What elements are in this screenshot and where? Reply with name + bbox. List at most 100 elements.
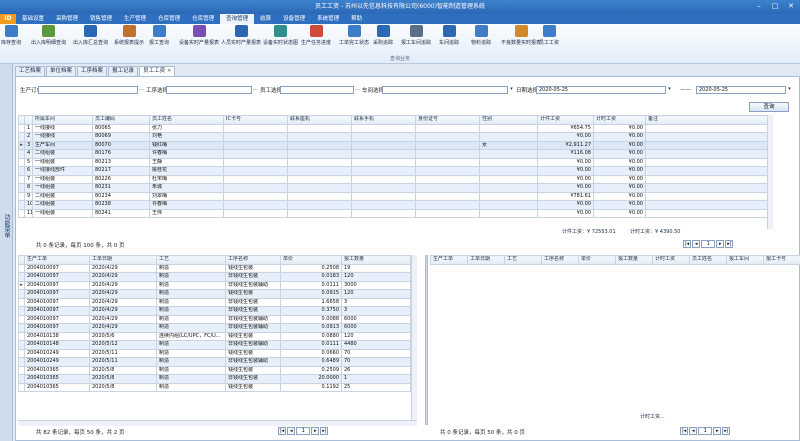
date-to-field[interactable]: 2020-05-25 <box>696 85 786 94</box>
ribbon-button[interactable]: 采购追踪 <box>373 25 393 53</box>
menu-item[interactable]: 结算 <box>254 14 277 24</box>
first-page-button[interactable]: |◂ <box>680 427 689 435</box>
column-header[interactable]: 单价 <box>578 255 616 265</box>
tab-2[interactable]: 单位档案 <box>46 66 77 76</box>
prev-page-button[interactable]: ◂ <box>692 240 701 248</box>
employee-input[interactable] <box>280 85 354 94</box>
tab-1[interactable]: 工艺档案 <box>15 66 46 76</box>
menu-item[interactable]: 帮助 <box>345 14 368 24</box>
table-row[interactable]: 11一线组装80241王伟 ¥0.00¥0.00 <box>18 208 768 218</box>
column-header[interactable]: 报工数量 <box>341 255 411 265</box>
table-row[interactable]: 2004010365 2020/5/8 制造 钱线生包装 0.1192 25 <box>18 382 411 392</box>
column-header[interactable]: 报工数量 <box>615 255 653 265</box>
column-header[interactable]: 工序名称 <box>225 255 281 265</box>
last-page-button[interactable]: ▸| <box>722 427 731 435</box>
page-input[interactable]: 1 <box>701 240 716 248</box>
table-row[interactable]: 2004010249 2020/5/11 制造 非钱线生包装辅助 0.6489 70 <box>18 357 411 367</box>
ribbon-button[interactable]: 车间追踪 <box>439 25 459 53</box>
column-header[interactable]: 报工卡号 <box>763 255 800 265</box>
close-icon[interactable]: ✕ <box>784 1 798 12</box>
table-row[interactable]: 8 一线组装 80231 朱城 ¥0.00 ¥0.00 <box>18 183 768 193</box>
column-header[interactable]: 联系座机 <box>287 115 352 125</box>
table-row[interactable]: 1 一线接线 80065 张力 ¥654.75 ¥0.00 <box>18 123 768 133</box>
column-header[interactable]: IC卡号 <box>223 115 288 125</box>
ribbon-button[interactable]: 报工车间追踪 <box>401 25 431 53</box>
column-header[interactable]: 生产工单 <box>24 255 90 265</box>
process-input[interactable] <box>166 85 252 94</box>
report-grid-hscroll[interactable] <box>18 420 417 426</box>
order-dots-button[interactable]: … <box>139 86 144 94</box>
column-header[interactable]: 身份证号 <box>415 115 480 125</box>
menu-item[interactable]: 生产管理 <box>118 14 152 24</box>
table-row[interactable]: 2004010249 2020/5/11 制造 钱线生包装 0.0660 70 <box>18 348 411 358</box>
calendar-dropdown-icon[interactable]: ▾ <box>667 86 672 94</box>
tab-3[interactable]: 工序档案 <box>77 66 108 76</box>
ribbon-button[interactable]: 出入库汇总查询 <box>73 25 108 53</box>
prev-page-button[interactable]: ◂ <box>287 427 296 435</box>
ribbon-button[interactable]: 系统报表提示 <box>114 25 144 53</box>
last-page-button[interactable]: ▸| <box>725 240 734 248</box>
date-from-field[interactable]: 2020-05-25 <box>536 85 666 94</box>
ribbon-button[interactable]: 报工查询 <box>149 25 169 53</box>
column-header[interactable]: 工艺 <box>504 255 542 265</box>
order-input[interactable] <box>38 85 138 94</box>
ribbon-button[interactable]: 人员实时产量报表 <box>221 25 261 53</box>
column-header[interactable]: 计时工资 <box>652 255 690 265</box>
employee-dots-button[interactable]: … <box>355 86 360 94</box>
page-input[interactable]: 1 <box>698 427 713 435</box>
column-header[interactable]: 单价 <box>280 255 342 265</box>
column-header[interactable]: 备注 <box>645 115 768 125</box>
column-header[interactable]: 工序名称 <box>541 255 579 265</box>
table-row[interactable]: 2004010365 2020/5/8 制造 非钱线生包装 20.0000 1 <box>18 374 411 384</box>
table-row[interactable]: 2004010097 2020/4/29 制造 非钱线生包装 0.3750 3 <box>18 306 411 316</box>
table-row[interactable]: 2004010097 2020/4/29 制造 钱线生包装 0.2508 19 <box>18 263 411 273</box>
ribbon-button[interactable]: 库存查询 <box>1 25 21 53</box>
last-page-button[interactable]: ▸| <box>320 427 329 435</box>
ribbon-button[interactable]: 员工工资 <box>539 25 559 53</box>
ribbon-button[interactable]: 工单完工状态 <box>339 25 369 53</box>
column-header[interactable]: 计时工资 <box>593 115 646 125</box>
column-header[interactable]: 员工姓名 <box>149 115 224 125</box>
table-row[interactable]: 2 一线接线 80069 刘艳 ¥0.00 ¥0.00 <box>18 132 768 142</box>
table-row[interactable]: ▸ 3 生产车间 80070 钱红梅女 ¥2,911.27 ¥0.00 <box>18 140 768 150</box>
column-header[interactable]: 报工车间 <box>726 255 764 265</box>
column-header[interactable]: 工艺 <box>156 255 226 265</box>
column-header[interactable]: 员工姓名 <box>689 255 727 265</box>
menu-item[interactable]: 设备管理 <box>277 14 311 24</box>
next-page-button[interactable]: ▸ <box>716 240 725 248</box>
app-logo[interactable]: ID <box>0 14 16 24</box>
table-row[interactable]: 9 二线组装 80234 刘翠梅 ¥781.61 ¥0.00 <box>18 191 768 201</box>
next-page-button[interactable]: ▸ <box>713 427 722 435</box>
table-row[interactable]: 2004010365 2020/5/8 制造 钱线生包装 0.2509 26 <box>18 365 411 375</box>
column-header[interactable]: 性别 <box>479 115 538 125</box>
table-row[interactable]: 2004010097 2020/4/29 制造 钱线生包装 0.0915 120 <box>18 289 411 299</box>
menu-item[interactable]: 查询管理 <box>220 14 255 24</box>
prev-page-button[interactable]: ◂ <box>689 427 698 435</box>
first-page-button[interactable]: |◂ <box>278 427 287 435</box>
ribbon-button[interactable]: 不良数量实时报表 <box>501 25 541 53</box>
table-row[interactable]: 5 一线组装 80213 王静 ¥0.00 ¥0.00 <box>18 157 768 167</box>
table-row[interactable]: 2004010138 2020/5/6 连续内组(LC/UPC，FC/U... 钱线生… <box>18 331 411 341</box>
column-header[interactable]: 联系手机 <box>351 115 416 125</box>
calendar-dropdown-icon[interactable]: ▾ <box>787 86 792 94</box>
table-row[interactable]: 2004010097 2020/4/29 制造 非钱线生包装辅助 0.0088 6000 <box>18 314 411 324</box>
column-header[interactable]: 计件工资 <box>537 115 594 125</box>
menu-item[interactable]: 仓库管理 <box>152 14 186 24</box>
column-header[interactable]: 工单日期 <box>467 255 505 265</box>
minimize-icon[interactable]: – <box>752 1 766 12</box>
workshop-select[interactable] <box>382 85 508 94</box>
tab-4[interactable]: 报工记录 <box>108 66 139 76</box>
report-grid-vscroll[interactable] <box>411 255 417 420</box>
table-row[interactable]: 2004010097 2020/4/29 制造 非钱线生包装辅助 0.0913 6000 <box>18 323 411 333</box>
close-icon[interactable]: ✕ <box>167 67 171 76</box>
top-grid-vscroll[interactable] <box>767 115 773 229</box>
table-row[interactable]: 2004010148 2020/5/12 制造 非钱线生包装辅助 0.0111 4480 <box>18 340 411 350</box>
menu-item[interactable]: 系统管理 <box>311 14 345 24</box>
next-page-button[interactable]: ▸ <box>311 427 320 435</box>
table-row[interactable]: 4 二线组装 80176 许春梅 ¥116.08 ¥0.00 <box>18 149 768 159</box>
table-row[interactable]: ▸ 2004010097 2020/4/29 制造 非钱线生包装辅助 0.0111 3000 <box>18 280 411 290</box>
table-row[interactable]: 10二线组装80238许春梅 ¥0.00¥0.00 <box>18 200 768 210</box>
column-header[interactable]: 员工编码 <box>92 115 150 125</box>
maximize-icon[interactable]: □ <box>768 1 782 12</box>
process-dots-button[interactable]: … <box>253 86 258 94</box>
